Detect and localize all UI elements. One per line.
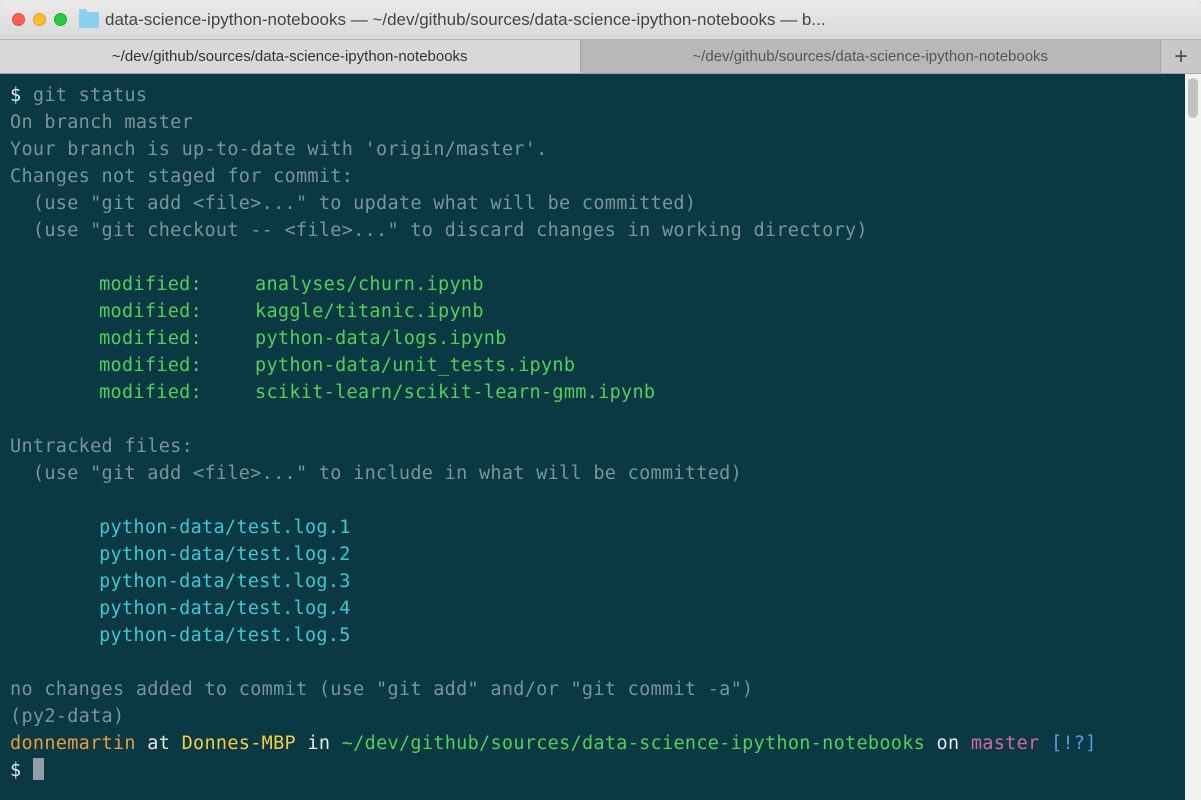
modified-row: modified:scikit-learn/scikit-learn-gmm.i… <box>10 379 1175 406</box>
ps1-user: donnemartin <box>10 733 136 754</box>
ps1-branch: master <box>971 733 1040 754</box>
untracked-row: python-data/test.log.1 <box>10 514 1175 541</box>
scrollbar[interactable] <box>1185 74 1201 800</box>
hint-add: (use "git add <file>..." to update what … <box>10 193 696 214</box>
untracked-header: Untracked files: <box>10 436 193 457</box>
untracked-file: python-data/test.log.4 <box>99 598 351 619</box>
ps1-path: ~/dev/github/sources/data-science-ipytho… <box>342 733 925 754</box>
untracked-row: python-data/test.log.4 <box>10 595 1175 622</box>
modified-label: modified: <box>99 352 255 379</box>
ps1-on: on <box>925 733 971 754</box>
untracked-file: python-data/test.log.1 <box>99 517 351 538</box>
ps1-host: Donnes-MBP <box>182 733 296 754</box>
maximize-icon[interactable] <box>54 13 67 26</box>
branch-line: On branch master <box>10 112 193 133</box>
tab-1-label: ~/dev/github/sources/data-science-ipytho… <box>112 48 468 65</box>
hint-checkout: (use "git checkout -- <file>..." to disc… <box>10 220 868 241</box>
tab-1[interactable]: ~/dev/github/sources/data-science-ipytho… <box>0 40 581 73</box>
modified-row: modified:kaggle/titanic.ipynb <box>10 298 1175 325</box>
modified-label: modified: <box>99 379 255 406</box>
no-changes-line: no changes added to commit (use "git add… <box>10 679 753 700</box>
modified-row: modified:python-data/logs.ipynb <box>10 325 1175 352</box>
modified-row: modified:analyses/churn.ipynb <box>10 271 1175 298</box>
modified-file: analyses/churn.ipynb <box>255 274 484 295</box>
untracked-row: python-data/test.log.5 <box>10 622 1175 649</box>
ps1-status: [!?] <box>1040 733 1097 754</box>
close-icon[interactable] <box>12 13 25 26</box>
tab-2[interactable]: ~/dev/github/sources/data-science-ipytho… <box>581 40 1162 73</box>
untracked-file: python-data/test.log.2 <box>99 544 351 565</box>
ps1-at: at <box>136 733 182 754</box>
minimize-icon[interactable] <box>33 13 46 26</box>
modified-row: modified:python-data/unit_tests.ipynb <box>10 352 1175 379</box>
terminal-area: $ git status On branch master Your branc… <box>0 74 1201 800</box>
plus-icon: + <box>1174 44 1187 69</box>
venv-line: (py2-data) <box>10 706 124 727</box>
modified-file: scikit-learn/scikit-learn-gmm.ipynb <box>255 382 655 403</box>
command-text: git status <box>33 85 147 106</box>
tab-2-label: ~/dev/github/sources/data-science-ipytho… <box>692 48 1048 65</box>
traffic-lights <box>12 13 67 26</box>
untracked-file: python-data/test.log.5 <box>99 625 351 646</box>
not-staged-line: Changes not staged for commit: <box>10 166 353 187</box>
tab-bar: ~/dev/github/sources/data-science-ipytho… <box>0 40 1201 74</box>
modified-label: modified: <box>99 325 255 352</box>
untracked-file: python-data/test.log.3 <box>99 571 351 592</box>
untracked-row: python-data/test.log.2 <box>10 541 1175 568</box>
terminal[interactable]: $ git status On branch master Your branc… <box>0 74 1185 800</box>
new-tab-button[interactable]: + <box>1161 40 1201 73</box>
terminal-window: data-science-ipython-notebooks — ~/dev/g… <box>0 0 1201 800</box>
prompt-symbol-2: $ <box>10 760 33 781</box>
uptodate-line: Your branch is up-to-date with 'origin/m… <box>10 139 548 160</box>
ps1-in: in <box>296 733 342 754</box>
modified-file: python-data/unit_tests.ipynb <box>255 355 575 376</box>
modified-file: kaggle/titanic.ipynb <box>255 301 484 322</box>
window-title: data-science-ipython-notebooks — ~/dev/g… <box>105 10 1189 30</box>
modified-file: python-data/logs.ipynb <box>255 328 507 349</box>
scroll-thumb[interactable] <box>1188 78 1198 118</box>
window-titlebar: data-science-ipython-notebooks — ~/dev/g… <box>0 0 1201 40</box>
prompt-symbol: $ <box>10 85 33 106</box>
modified-label: modified: <box>99 271 255 298</box>
cursor <box>33 758 44 780</box>
modified-label: modified: <box>99 298 255 325</box>
folder-icon <box>79 12 99 28</box>
untracked-row: python-data/test.log.3 <box>10 568 1175 595</box>
hint-untracked: (use "git add <file>..." to include in w… <box>10 463 742 484</box>
